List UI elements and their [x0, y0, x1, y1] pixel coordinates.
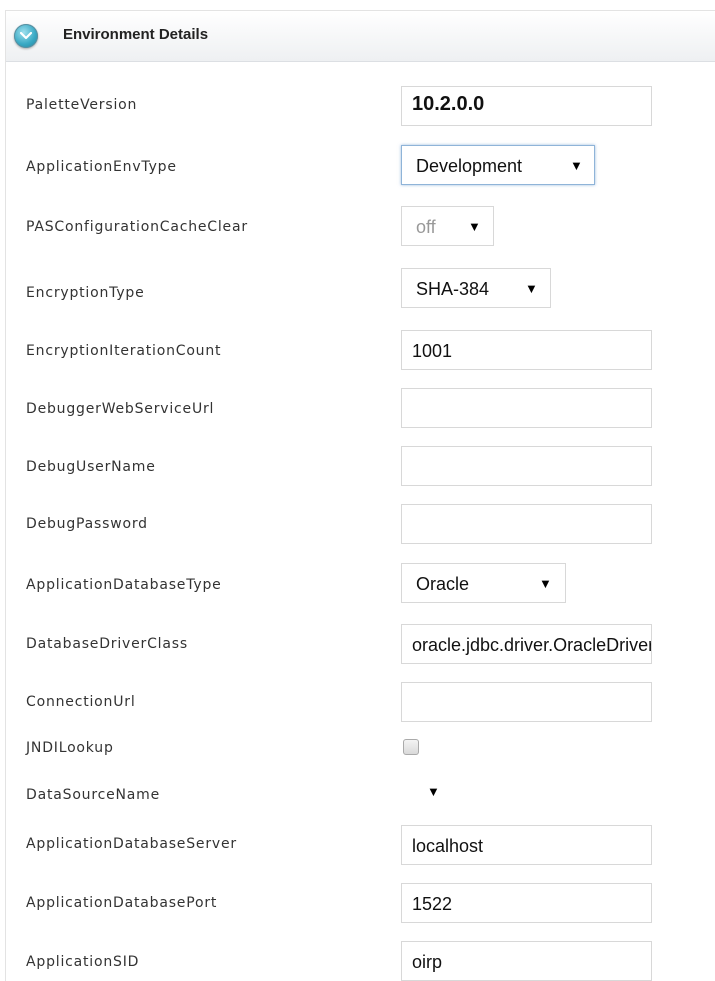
label-encryption-type: EncryptionType	[26, 285, 145, 301]
label-data-source-name: DataSourceName	[26, 787, 161, 803]
dropdown-arrow-icon: ▼	[427, 784, 440, 799]
label-encryption-iteration-count: EncryptionIterationCount	[26, 343, 222, 359]
dropdown-arrow-icon: ▼	[570, 158, 583, 173]
collapse-toggle-button[interactable]	[14, 24, 38, 48]
label-connection-url: ConnectionUrl	[26, 694, 136, 710]
jndi-lookup-checkbox[interactable]	[403, 739, 419, 755]
application-env-type-value: Development	[416, 156, 523, 176]
label-application-database-port: ApplicationDatabasePort	[26, 895, 218, 911]
label-jndi-lookup: JNDILookup	[26, 740, 114, 756]
application-database-type-value: Oracle	[416, 574, 470, 594]
debug-user-name-input[interactable]	[401, 446, 652, 486]
pas-configuration-cache-clear-value: off	[416, 217, 436, 237]
panel-header[interactable]: Environment Details	[6, 11, 715, 62]
encryption-type-value: SHA-384	[416, 279, 490, 299]
label-palette-version: PaletteVersion	[26, 97, 138, 113]
encryption-iteration-count-input[interactable]: 1001	[401, 330, 652, 370]
label-pas-configuration-cache-clear: PASConfigurationCacheClear	[26, 219, 248, 235]
application-database-type-select[interactable]: Oracle ▼	[401, 563, 566, 603]
application-env-type-select[interactable]: Development ▼	[401, 145, 595, 185]
pas-configuration-cache-clear-select[interactable]: off ▼	[401, 206, 494, 246]
label-application-sid: ApplicationSID	[26, 954, 140, 970]
label-application-database-server: ApplicationDatabaseServer	[26, 836, 237, 852]
chevron-down-icon	[20, 32, 32, 40]
encryption-type-select[interactable]: SHA-384 ▼	[401, 268, 551, 308]
debug-password-input[interactable]	[401, 504, 652, 544]
application-database-server-input[interactable]: localhost	[401, 825, 652, 865]
database-driver-class-input[interactable]: oracle.jdbc.driver.OracleDriver	[401, 624, 652, 664]
palette-version-input[interactable]: 10.2.0.0	[401, 86, 652, 126]
label-debugger-web-service-url: DebuggerWebServiceUrl	[26, 401, 215, 417]
label-debug-password: DebugPassword	[26, 516, 148, 532]
debugger-web-service-url-input[interactable]	[401, 388, 652, 428]
data-source-name-select[interactable]: ▼	[396, 777, 454, 809]
label-debug-user-name: DebugUserName	[26, 459, 156, 475]
dropdown-arrow-icon: ▼	[525, 281, 538, 296]
application-sid-input[interactable]: oirp	[401, 941, 652, 981]
label-application-database-type: ApplicationDatabaseType	[26, 577, 222, 593]
dropdown-arrow-icon: ▼	[468, 219, 481, 234]
connection-url-input[interactable]	[401, 682, 652, 722]
dropdown-arrow-icon: ▼	[539, 576, 552, 591]
panel-title: Environment Details	[63, 26, 209, 43]
application-database-port-input[interactable]: 1522	[401, 883, 652, 923]
label-application-env-type: ApplicationEnvType	[26, 159, 177, 175]
label-database-driver-class: DatabaseDriverClass	[26, 636, 188, 652]
